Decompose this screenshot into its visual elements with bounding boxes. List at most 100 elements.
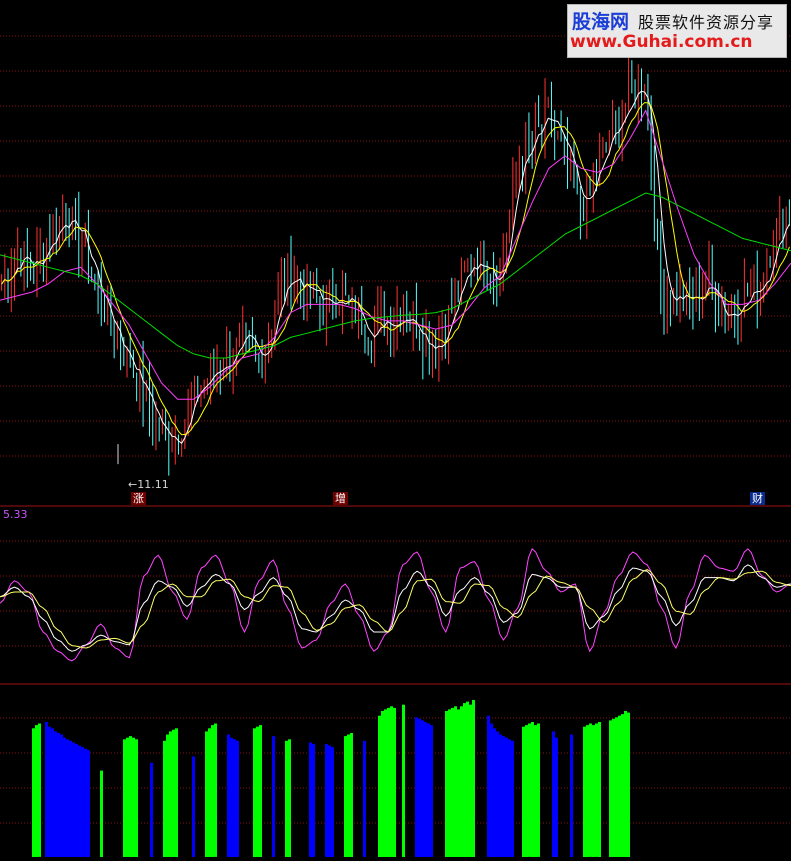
histogram-bar bbox=[534, 725, 537, 857]
histogram-bar bbox=[236, 740, 239, 857]
event-marker-zeng[interactable]: 增 bbox=[333, 492, 348, 505]
histogram-bar bbox=[618, 715, 621, 857]
histogram-bar bbox=[387, 707, 390, 858]
histogram-bar bbox=[100, 770, 103, 857]
histogram-bar bbox=[502, 736, 505, 857]
histogram-bar bbox=[522, 726, 525, 857]
price-panel bbox=[0, 55, 791, 476]
histogram-bar bbox=[135, 739, 138, 858]
ma-long-purple-line bbox=[0, 109, 791, 400]
watermark-brand: 股海网 bbox=[572, 11, 630, 33]
histogram-bar bbox=[454, 706, 457, 857]
histogram-bar bbox=[211, 725, 214, 857]
histogram-bar bbox=[421, 720, 424, 857]
histogram-bar bbox=[63, 737, 66, 857]
histogram-bar bbox=[38, 723, 41, 857]
histogram-bar bbox=[253, 728, 256, 857]
histogram-bar bbox=[66, 739, 69, 858]
histogram-bar bbox=[487, 715, 490, 857]
histogram-bar bbox=[48, 726, 51, 857]
histogram-bar bbox=[57, 733, 60, 857]
histogram-bar bbox=[325, 744, 328, 857]
event-marker-zhang[interactable]: 涨 bbox=[131, 492, 146, 505]
histogram-bar bbox=[350, 733, 353, 857]
chart-canvas bbox=[0, 35, 791, 858]
histogram-bar bbox=[598, 722, 601, 857]
stock-chart: ←11.11 涨 增 财 5.33 股海网 股票软件资源分享 www.Guhai… bbox=[0, 0, 791, 858]
grid-lines bbox=[0, 35, 791, 824]
histogram-bar bbox=[363, 740, 366, 857]
histogram-bar bbox=[126, 737, 129, 857]
histogram-bar bbox=[615, 717, 618, 857]
histogram-panel bbox=[32, 700, 630, 858]
histogram-bar bbox=[595, 723, 598, 857]
histogram-bar bbox=[381, 711, 384, 857]
histogram-bar bbox=[172, 729, 175, 857]
oscillator-value: 5.33 bbox=[3, 508, 28, 521]
histogram-bar bbox=[78, 745, 81, 857]
ma-long-green-line bbox=[0, 192, 791, 359]
ma-mid-line bbox=[1, 102, 790, 436]
histogram-bar bbox=[192, 756, 195, 857]
histogram-bar bbox=[496, 731, 499, 857]
histogram-bar bbox=[427, 723, 430, 857]
histogram-bar bbox=[531, 722, 534, 857]
histogram-bar bbox=[490, 723, 493, 857]
histogram-bar bbox=[378, 715, 381, 857]
histogram-bar bbox=[463, 703, 466, 857]
histogram-bar bbox=[445, 711, 448, 857]
histogram-bar bbox=[583, 726, 586, 857]
histogram-bar bbox=[508, 739, 511, 858]
histogram-bar bbox=[60, 734, 63, 857]
histogram-bar bbox=[537, 723, 540, 857]
histogram-bar bbox=[272, 736, 275, 857]
histogram-bar bbox=[32, 728, 35, 857]
histogram-bar bbox=[586, 725, 589, 857]
histogram-bar bbox=[81, 747, 84, 857]
histogram-bar bbox=[163, 740, 166, 857]
histogram-bar bbox=[54, 731, 57, 857]
histogram-bar bbox=[87, 750, 90, 857]
histogram-bar bbox=[451, 707, 454, 858]
histogram-bar bbox=[344, 736, 347, 857]
histogram-bar bbox=[166, 734, 169, 857]
histogram-bar bbox=[499, 734, 502, 857]
histogram-bar bbox=[457, 709, 460, 857]
histogram-bar bbox=[384, 709, 387, 857]
histogram-bar bbox=[448, 709, 451, 857]
low-price-value: 11.11 bbox=[137, 478, 169, 491]
histogram-bar bbox=[288, 739, 291, 858]
oscillator-signal-line bbox=[0, 569, 791, 649]
watermark-url: www.Guhai.com.cn bbox=[570, 32, 753, 52]
histogram-bar bbox=[175, 728, 178, 857]
histogram-bar bbox=[233, 739, 236, 858]
histogram-bar bbox=[227, 734, 230, 857]
histogram-bar bbox=[430, 725, 433, 857]
watermark-tagline: 股票软件资源分享 bbox=[638, 13, 775, 32]
histogram-bar bbox=[460, 706, 463, 857]
histogram-bar bbox=[493, 728, 496, 857]
histogram-bar bbox=[592, 725, 595, 857]
histogram-bar bbox=[331, 747, 334, 857]
event-marker-cai[interactable]: 财 bbox=[750, 492, 765, 505]
histogram-bar bbox=[612, 718, 615, 857]
histogram-bar bbox=[259, 725, 262, 857]
histogram-bar bbox=[123, 739, 126, 858]
histogram-bar bbox=[552, 731, 555, 857]
histogram-bar bbox=[624, 711, 627, 857]
histogram-bar bbox=[418, 718, 421, 857]
histogram-bar bbox=[328, 745, 331, 857]
histogram-bar bbox=[75, 744, 78, 857]
histogram-bar bbox=[424, 722, 427, 857]
histogram-bar bbox=[72, 742, 75, 857]
histogram-bar bbox=[347, 734, 350, 857]
histogram-bar bbox=[469, 704, 472, 857]
histogram-bar bbox=[627, 712, 630, 857]
histogram-bar bbox=[472, 700, 475, 857]
histogram-bar bbox=[35, 725, 38, 857]
oscillator-panel bbox=[0, 547, 791, 662]
histogram-bar bbox=[51, 728, 54, 857]
oscillator-fast-line bbox=[0, 547, 791, 662]
histogram-bar bbox=[230, 737, 233, 857]
histogram-bar bbox=[169, 731, 172, 857]
